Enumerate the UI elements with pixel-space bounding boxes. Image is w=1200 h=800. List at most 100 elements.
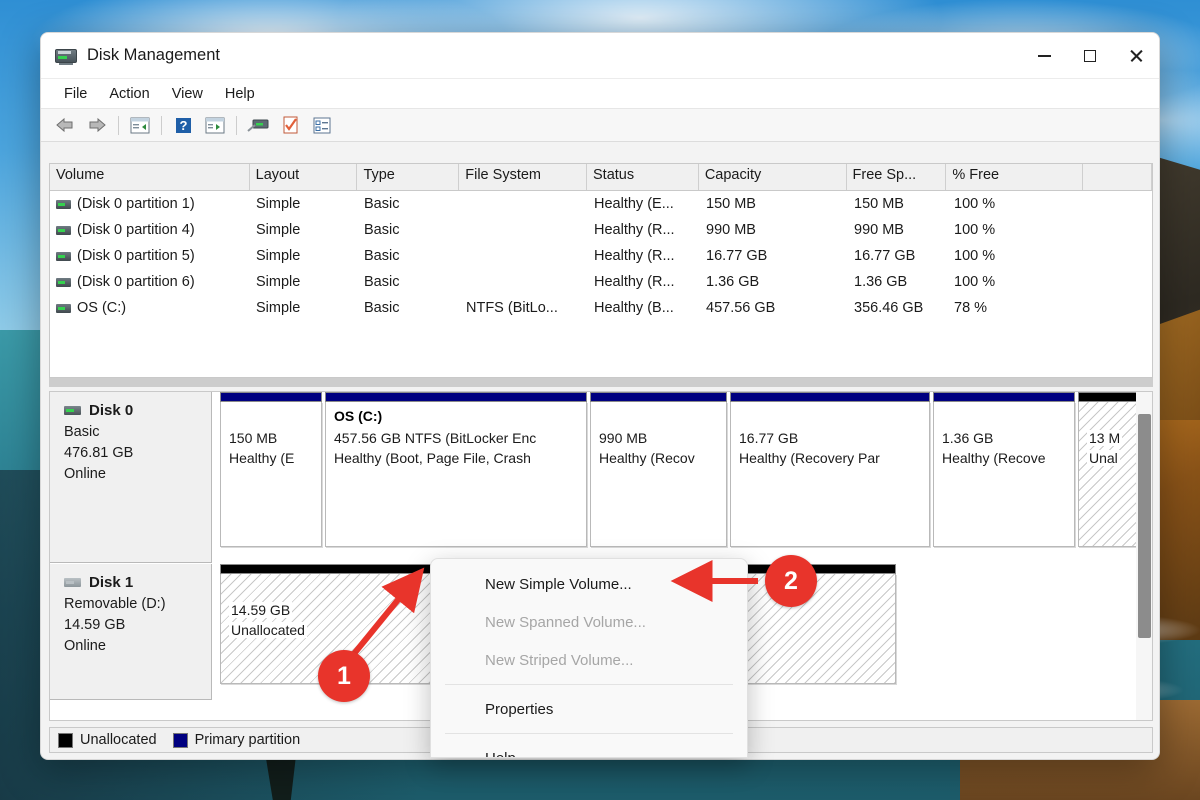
scrollbar-thumb[interactable] xyxy=(1138,414,1151,638)
volume-icon xyxy=(56,225,71,235)
disk0-info-panel[interactable]: Disk 0 Basic 476.81 GB Online xyxy=(50,392,212,563)
help-icon[interactable]: ? xyxy=(167,112,199,139)
partition-disk0-6[interactable]: 1.36 GB Healthy (Recove xyxy=(933,392,1075,547)
window-controls xyxy=(1021,33,1159,79)
column-header-free-space[interactable]: Free Sp... xyxy=(847,164,947,190)
partition-disk0-os-c-status: Healthy (Boot, Page File, Crash xyxy=(334,450,531,466)
svg-text:?: ? xyxy=(179,118,187,133)
table-row[interactable]: (Disk 0 partition 6) Simple Basic Healthy (… xyxy=(50,269,1152,295)
volume-list[interactable]: Volume Layout Type File System Status Ca… xyxy=(49,163,1153,378)
volume-icon xyxy=(56,277,71,287)
partition-disk0-6-text: 1.36 GB Healthy (Recove xyxy=(934,402,1074,468)
menu-item-help[interactable]: Help xyxy=(431,739,747,758)
cell-capacity: 150 MB xyxy=(706,196,756,212)
legend-item-unallocated: Unallocated xyxy=(58,732,157,748)
removable-disk-icon xyxy=(64,578,81,587)
partition-disk0-5-text: 16.77 GB Healthy (Recovery Par xyxy=(731,402,929,468)
column-header-filler[interactable] xyxy=(1083,164,1152,190)
disk0-name-row: Disk 0 xyxy=(64,402,211,419)
rescan-disks-icon[interactable] xyxy=(242,112,274,139)
title-bar[interactable]: Disk Management xyxy=(41,33,1159,79)
volume-list-horizontal-scrollbar[interactable] xyxy=(49,378,1153,387)
column-header-type[interactable]: Type xyxy=(357,164,460,190)
minimize-button[interactable] xyxy=(1021,33,1067,79)
partition-disk0-5[interactable]: 16.77 GB Healthy (Recovery Par xyxy=(730,392,930,547)
partition-disk0-unallocated[interactable]: 13 M Unal xyxy=(1078,392,1144,547)
column-header-percent-free[interactable]: % Free xyxy=(946,164,1084,190)
menu-item-new-spanned-volume: New Spanned Volume... xyxy=(485,613,646,631)
partition-capacity-bar xyxy=(1078,392,1144,402)
menu-item-new-simple-volume[interactable]: New Simple Volume... xyxy=(431,565,747,603)
properties-icon[interactable] xyxy=(274,112,306,139)
context-menu[interactable]: New Simple Volume... New Spanned Volume.… xyxy=(430,558,748,758)
disk-icon xyxy=(64,406,81,415)
disk-row-disk0[interactable]: Disk 0 Basic 476.81 GB Online 150 MB Hea… xyxy=(50,392,1152,563)
cell-volume: OS (C:) xyxy=(50,300,250,316)
volume-icon xyxy=(56,303,71,313)
disk0-state: Online xyxy=(64,466,106,482)
cell-type: Basic xyxy=(364,300,400,316)
back-arrow-icon[interactable] xyxy=(49,112,81,139)
partition-disk0-1-status: Healthy (E xyxy=(229,450,295,466)
table-row[interactable]: OS (C:) Simple Basic NTFS (BitLo... Healthy … xyxy=(50,295,1152,321)
legend-label-primary-partition: Primary partition xyxy=(194,732,301,748)
disk0-size: 476.81 GB xyxy=(64,445,134,461)
cell-volume: (Disk 0 partition 5) xyxy=(50,248,250,264)
menu-help[interactable]: Help xyxy=(214,83,266,105)
column-header-status[interactable]: Status xyxy=(587,164,699,190)
disk1-size: 14.59 GB xyxy=(64,617,126,633)
maximize-button[interactable] xyxy=(1067,33,1113,79)
disk-view-vertical-scrollbar[interactable] xyxy=(1136,392,1152,720)
scrollbar-thumb[interactable] xyxy=(49,378,1153,387)
cell-file-system: NTFS (BitLo... xyxy=(466,300,558,316)
cell-status: Healthy (R... xyxy=(594,248,675,264)
minimize-icon xyxy=(1037,55,1051,57)
cell-volume: (Disk 0 partition 6) xyxy=(50,274,250,290)
legend-swatch-unallocated xyxy=(58,732,73,748)
partition-capacity-bar xyxy=(933,392,1075,402)
cell-layout: Simple xyxy=(256,196,301,212)
cell-capacity: 457.56 GB xyxy=(706,300,776,316)
partition-disk0-1[interactable]: 150 MB Healthy (E xyxy=(220,392,322,547)
close-button[interactable] xyxy=(1113,33,1159,79)
menu-item-properties[interactable]: Properties xyxy=(431,690,747,728)
action-list-icon[interactable] xyxy=(306,112,338,139)
cell-capacity: 1.36 GB xyxy=(706,274,760,290)
legend-swatch-primary-partition xyxy=(172,732,188,748)
partition-disk0-5-status: Healthy (Recovery Par xyxy=(739,450,880,466)
column-header-capacity[interactable]: Capacity xyxy=(699,164,847,190)
column-header-layout[interactable]: Layout xyxy=(250,164,358,190)
menu-view[interactable]: View xyxy=(161,83,214,105)
toolbar-separator-2 xyxy=(161,115,162,135)
disk1-info-panel[interactable]: Disk 1 Removable (D:) 14.59 GB Online xyxy=(50,564,212,700)
cell-percent-free: 100 % xyxy=(954,222,996,238)
disk-drive-icon xyxy=(55,47,77,65)
window-title: Disk Management xyxy=(87,46,220,64)
annotation-step-2: 2 xyxy=(765,555,817,607)
partition-disk1-unallocated-size: 14.59 GB xyxy=(229,602,293,618)
show-hide-console-tree-icon[interactable] xyxy=(124,112,156,139)
cell-status: Healthy (R... xyxy=(594,274,675,290)
menu-file[interactable]: File xyxy=(53,83,98,105)
context-menu-separator-2 xyxy=(445,733,733,734)
forward-arrow-icon[interactable] xyxy=(81,112,113,139)
disk1-name: Disk 1 xyxy=(89,574,134,591)
column-header-file-system[interactable]: File System xyxy=(459,164,588,190)
disk0-partition-bar: 150 MB Healthy (E OS (C:) 457.56 GB NTFS… xyxy=(212,392,1152,563)
column-header-volume[interactable]: Volume xyxy=(50,164,250,190)
show-hide-action-pane-icon[interactable] xyxy=(199,112,231,139)
toolbar-separator-3 xyxy=(236,115,237,135)
partition-disk0-4-size: 990 MB xyxy=(599,430,648,446)
disk0-name: Disk 0 xyxy=(89,402,134,419)
cell-layout: Simple xyxy=(256,300,301,316)
table-row[interactable]: (Disk 0 partition 5) Simple Basic Healthy (… xyxy=(50,243,1152,269)
cell-free-space: 1.36 GB xyxy=(854,274,908,290)
table-row[interactable]: (Disk 0 partition 1) Simple Basic Healthy (… xyxy=(50,191,1152,217)
partition-disk0-os-c[interactable]: OS (C:) 457.56 GB NTFS (BitLocker Enc He… xyxy=(325,392,587,547)
table-row[interactable]: (Disk 0 partition 4) Simple Basic Healthy (… xyxy=(50,217,1152,243)
cell-type: Basic xyxy=(364,274,400,290)
menu-action[interactable]: Action xyxy=(98,83,160,105)
partition-disk0-4[interactable]: 990 MB Healthy (Recov xyxy=(590,392,727,547)
toolbar-separator xyxy=(118,115,119,135)
disk1-name-row: Disk 1 xyxy=(64,574,211,591)
